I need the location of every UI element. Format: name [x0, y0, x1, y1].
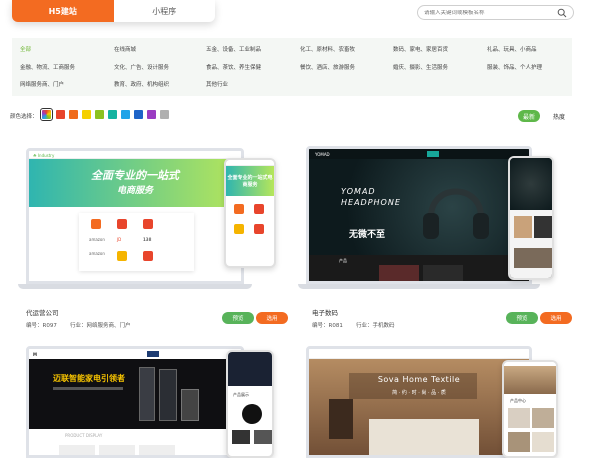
- color-swatch[interactable]: [160, 110, 169, 119]
- category-item[interactable]: 金融、物流、工商服务: [20, 63, 75, 71]
- laptop-base: [18, 284, 252, 289]
- color-swatch-all[interactable]: [40, 108, 53, 121]
- brand-logo: 138: [143, 237, 152, 242]
- tab-mini-program[interactable]: 小程序: [114, 0, 216, 22]
- site-logo: ☘ Industry: [33, 153, 55, 158]
- color-swatch[interactable]: [121, 110, 130, 119]
- tab-h5[interactable]: H5建站: [12, 0, 114, 22]
- category-item[interactable]: 服装、饰品、个人护理: [487, 63, 542, 71]
- search-icon[interactable]: [557, 8, 567, 18]
- template-industry: 行业：网络服务商、门户: [70, 323, 131, 329]
- sort-popular-button[interactable]: 热度: [548, 110, 570, 122]
- search-input[interactable]: [424, 9, 557, 16]
- use-button[interactable]: 选用: [540, 312, 572, 324]
- hero-brand: YOMAD: [341, 187, 376, 196]
- amazon-logo: amazon: [89, 251, 105, 256]
- template-type-tabs: H5建站 小程序: [12, 0, 215, 22]
- template-thumbnail[interactable]: Sova Home Textile 简 · 约 · 时 · 尚 · 品 · 质 …: [298, 340, 573, 458]
- section-subtitle: PRODUCT DISPLAY: [65, 433, 103, 438]
- category-item[interactable]: 食品、茶饮、养生保健: [206, 63, 261, 71]
- laptop-base: [298, 284, 540, 289]
- banner-heading: 全面专业的一站式: [91, 169, 179, 182]
- sort-newest-button[interactable]: 最新: [518, 110, 540, 122]
- banner-subheading: 电商服务: [116, 186, 153, 196]
- category-item[interactable]: 礼品、玩具、小商品: [487, 45, 537, 53]
- color-filter-label: 颜色选择：: [10, 114, 38, 120]
- shop-logo: [117, 251, 127, 261]
- template-thumbnail[interactable]: M 迈联智能家电引领者 PRODUCT DISPLAY 产品展示: [12, 340, 287, 458]
- preview-button[interactable]: 预览: [222, 312, 254, 324]
- hero-subtitle: 简 · 约 · 时 · 尚 · 品 · 质: [392, 390, 446, 396]
- category-item[interactable]: 婚庆、摄影、生活服务: [393, 63, 448, 71]
- template-code: 编号：R097: [26, 323, 57, 329]
- template-thumbnail[interactable]: YOMAD YOMAD HEADPHONE 无微不至 产品: [298, 140, 573, 295]
- shop-logo: [143, 251, 153, 261]
- jd-logo: [143, 219, 153, 229]
- section-title: 产品中心: [510, 398, 526, 403]
- template-title[interactable]: 电子数码: [312, 307, 338, 317]
- category-item[interactable]: 文化、广告、设计服务: [114, 63, 169, 71]
- preview-button[interactable]: 预览: [506, 312, 538, 324]
- search-box: [417, 5, 574, 20]
- category-item[interactable]: 餐饮、酒店、旅游服务: [300, 63, 355, 71]
- section-title: 产品: [339, 258, 347, 263]
- amazon-logo: amazon: [89, 237, 105, 242]
- category-panel: 全部 在线商城 五金、设备、工业制品 化工、原材料、农畜牧 数码、家电、家居百货…: [12, 38, 572, 96]
- nav-active: [147, 351, 159, 357]
- category-item[interactable]: 数码、家电、家居百货: [393, 45, 448, 53]
- jd-logo: JD: [117, 237, 122, 242]
- headphone-image: [423, 188, 489, 239]
- color-swatch[interactable]: [56, 110, 65, 119]
- category-item[interactable]: 教育、政府、机构组织: [114, 80, 169, 88]
- hero-title: Sova Home Textile: [377, 375, 461, 384]
- color-swatch[interactable]: [82, 110, 91, 119]
- use-button[interactable]: 选用: [256, 312, 288, 324]
- nav-active: [427, 151, 439, 157]
- color-swatch[interactable]: [95, 110, 104, 119]
- hero-product: HEADPHONE: [341, 198, 401, 207]
- banner-heading: 迈联智能家电引领者: [53, 374, 125, 383]
- site-logo: YOMAD: [315, 152, 330, 157]
- template-title[interactable]: 代运营公司: [26, 307, 59, 317]
- color-swatch[interactable]: [69, 110, 78, 119]
- site-logo: M: [33, 352, 37, 357]
- category-item[interactable]: 化工、原材料、农畜牧: [300, 45, 355, 53]
- category-item[interactable]: 网络服务商、门户: [20, 80, 64, 88]
- category-item[interactable]: 其他行业: [206, 80, 228, 88]
- template-industry: 行业：手机数码: [356, 323, 395, 329]
- tmall-logo: [91, 219, 101, 229]
- category-item[interactable]: 在线商城: [114, 45, 136, 53]
- color-swatch[interactable]: [108, 110, 117, 119]
- category-all[interactable]: 全部: [20, 45, 31, 53]
- category-item[interactable]: 五金、设备、工业制品: [206, 45, 261, 53]
- template-thumbnail[interactable]: ☘ Industry 全面专业的一站式 电商服务 amazon JD 138 a…: [12, 140, 287, 295]
- hero-slogan: 无微不至: [349, 230, 386, 240]
- color-swatch[interactable]: [147, 110, 156, 119]
- template-code: 编号：R081: [312, 323, 343, 329]
- section-title: 产品展示: [233, 392, 249, 397]
- taobao-logo: [117, 219, 127, 229]
- phone-banner: 全面专业的一站式电商服务: [226, 166, 274, 196]
- color-swatch[interactable]: [134, 110, 143, 119]
